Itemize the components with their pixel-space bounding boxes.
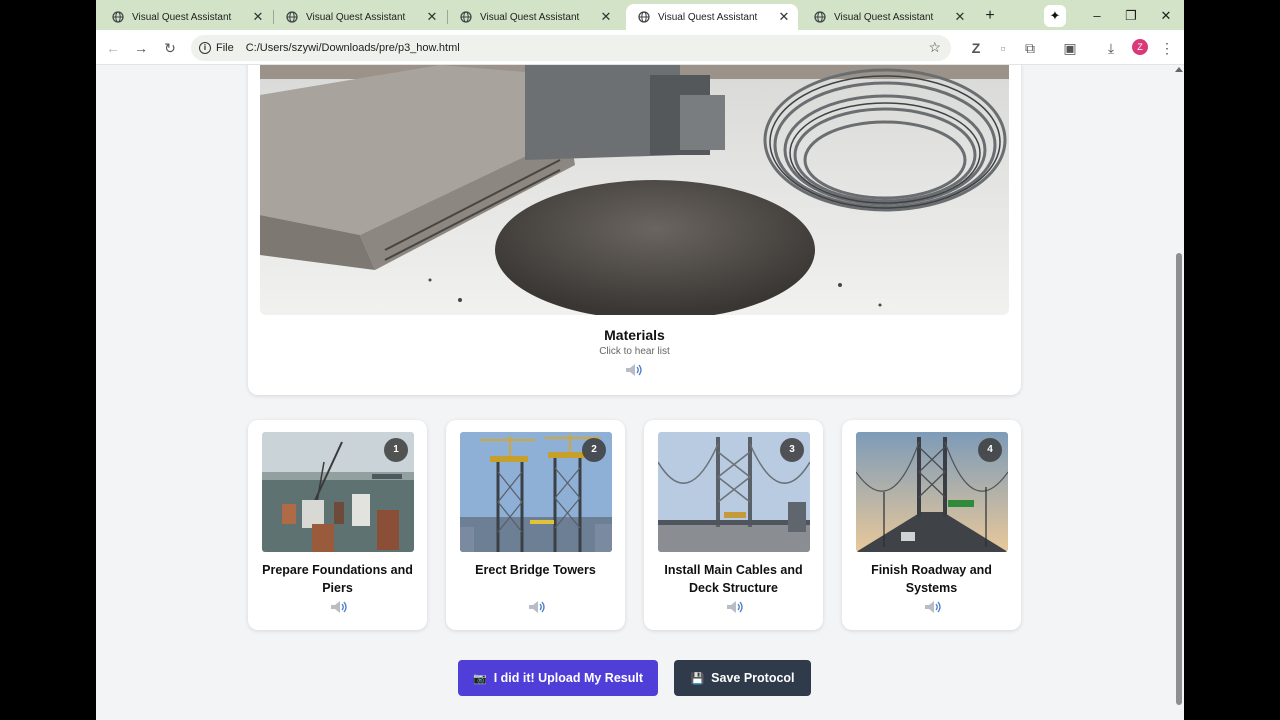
- step-image-towers: 2: [460, 432, 612, 552]
- materials-card[interactable]: Materials Click to hear list: [248, 65, 1021, 395]
- step-title: Erect Bridge Towers: [475, 563, 596, 577]
- upload-result-label: I did it! Upload My Result: [493, 671, 643, 685]
- back-arrow-icon[interactable]: ←: [102, 37, 124, 59]
- tab-title: Visual Quest Assistant: [480, 11, 580, 23]
- browser-toolbar: ← → ↻ i File C:/Users/szywi/Downloads/pr…: [96, 30, 1184, 65]
- tab-title: Visual Quest Assistant: [132, 11, 232, 23]
- camera-icon: 📷: [472, 672, 487, 685]
- tab-title: Visual Quest Assistant: [834, 11, 934, 23]
- profile-avatar[interactable]: Z: [1132, 39, 1148, 55]
- menu-kebab-icon[interactable]: ⋮: [1156, 37, 1178, 59]
- scrollbar-thumb[interactable]: [1176, 253, 1182, 705]
- globe-icon: [460, 11, 472, 23]
- step-title: Install Main Cables and Deck Structure: [664, 563, 803, 595]
- step-card-3[interactable]: 3 Install Main Cables and Deck Structure: [644, 420, 823, 630]
- address-scheme: File: [216, 42, 234, 54]
- browser-tab-1[interactable]: Visual Quest Assistant ✕: [100, 4, 272, 30]
- speaker-icon[interactable]: [330, 600, 348, 614]
- window-close-icon[interactable]: ✕: [1156, 6, 1176, 26]
- tab-title: Visual Quest Assistant: [658, 11, 758, 23]
- step-number-badge: 1: [384, 438, 408, 462]
- close-icon[interactable]: ✕: [776, 9, 792, 25]
- upload-result-button[interactable]: 📷 I did it! Upload My Result: [458, 660, 658, 696]
- floppy-disk-icon: 💾: [690, 672, 705, 685]
- materials-image: [260, 65, 1009, 315]
- star-icon[interactable]: ☆: [928, 39, 941, 56]
- new-tab-button[interactable]: +: [980, 6, 1000, 26]
- step-title: Prepare Foundations and Piers: [262, 563, 413, 595]
- browser-window: Visual Quest Assistant ✕ Visual Quest As…: [96, 0, 1184, 720]
- steps-row: 1 Prepare Foundations and Piers 2 Erect …: [248, 420, 1021, 630]
- step-image-foundations: 1: [262, 432, 414, 552]
- step-card-4[interactable]: 4 Finish Roadway and Systems: [842, 420, 1021, 630]
- media-control-icon[interactable]: ▣: [1059, 37, 1081, 59]
- step-card-1[interactable]: 1 Prepare Foundations and Piers: [248, 420, 427, 630]
- step-number-badge: 4: [978, 438, 1002, 462]
- close-icon[interactable]: ✕: [952, 9, 968, 25]
- zotero-extension-icon[interactable]: Z: [965, 37, 987, 59]
- globe-icon: [638, 11, 650, 23]
- restore-icon[interactable]: ❐: [1121, 6, 1141, 26]
- scroll-up-arrow-icon[interactable]: [1175, 67, 1183, 72]
- tab-title: Visual Quest Assistant: [306, 11, 406, 23]
- step-number-badge: 2: [582, 438, 606, 462]
- speaker-icon[interactable]: [726, 600, 744, 614]
- download-icon[interactable]: ⤓: [1100, 37, 1122, 59]
- browser-tab-3[interactable]: Visual Quest Assistant ✕: [448, 4, 620, 30]
- step-number-badge: 3: [780, 438, 804, 462]
- speaker-icon[interactable]: [528, 600, 546, 614]
- step-title: Finish Roadway and Systems: [871, 563, 992, 595]
- speaker-icon[interactable]: [924, 600, 942, 614]
- forward-arrow-icon[interactable]: →: [130, 37, 152, 59]
- close-icon[interactable]: ✕: [250, 9, 266, 25]
- page-content: Materials Click to hear list 1 Prepare F…: [96, 65, 1174, 720]
- address-bar[interactable]: i File C:/Users/szywi/Downloads/pre/p3_h…: [191, 35, 951, 61]
- globe-icon: [286, 11, 298, 23]
- extension-icon[interactable]: ▫: [992, 37, 1014, 59]
- tab-strip: Visual Quest Assistant ✕ Visual Quest As…: [96, 0, 1184, 30]
- browser-tab-4-active[interactable]: Visual Quest Assistant ✕: [626, 4, 798, 30]
- reload-icon[interactable]: ↻: [159, 37, 181, 59]
- close-icon[interactable]: ✕: [598, 9, 614, 25]
- globe-icon: [814, 11, 826, 23]
- materials-title: Materials: [604, 327, 665, 343]
- save-protocol-button[interactable]: 💾 Save Protocol: [674, 660, 811, 696]
- address-url[interactable]: C:/Users/szywi/Downloads/pre/p3_how.html: [246, 42, 460, 54]
- puzzle-extensions-icon[interactable]: ⧉: [1019, 37, 1041, 59]
- browser-tab-5[interactable]: Visual Quest Assistant ✕: [802, 4, 974, 30]
- step-image-cables: 3: [658, 432, 810, 552]
- save-protocol-label: Save Protocol: [711, 671, 795, 685]
- globe-icon: [112, 11, 124, 23]
- materials-subtitle: Click to hear list: [599, 346, 670, 357]
- browser-tab-2[interactable]: Visual Quest Assistant ✕: [274, 4, 446, 30]
- minimize-icon[interactable]: –: [1087, 6, 1107, 26]
- gemini-icon[interactable]: ✦: [1044, 5, 1066, 27]
- info-icon[interactable]: i: [199, 42, 211, 54]
- step-card-2[interactable]: 2 Erect Bridge Towers: [446, 420, 625, 630]
- vertical-scrollbar[interactable]: [1174, 65, 1184, 720]
- step-image-roadway: 4: [856, 432, 1008, 552]
- close-icon[interactable]: ✕: [424, 9, 440, 25]
- speaker-icon[interactable]: [625, 363, 643, 377]
